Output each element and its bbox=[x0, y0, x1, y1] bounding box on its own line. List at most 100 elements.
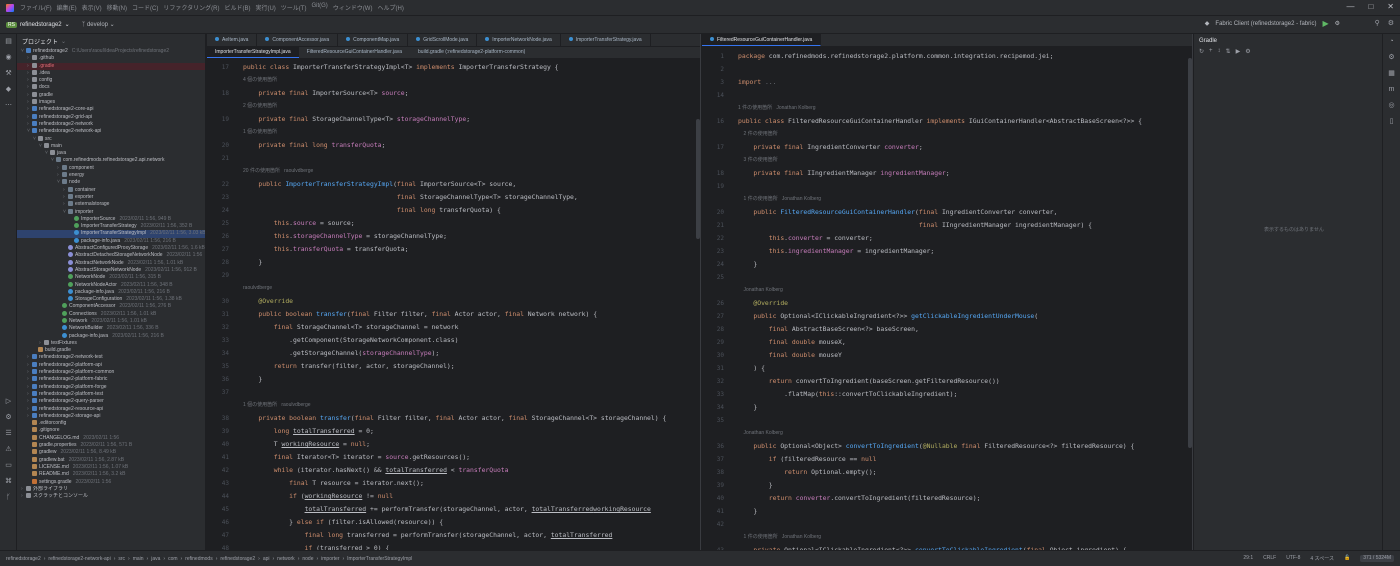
code-line[interactable]: if (transferred > 0) { bbox=[243, 542, 390, 550]
code-line[interactable]: } else if (filter.isAllowed(resource)) { bbox=[243, 516, 443, 529]
tree-item[interactable]: AbstractStorageNetworkNode 2023/02/11 1:5… bbox=[17, 266, 205, 274]
menu-item[interactable]: ウィンドウ(W) bbox=[333, 3, 373, 12]
code-line[interactable]: if (filteredResource == null bbox=[738, 453, 877, 466]
code-line[interactable]: public boolean transfer(final Filter fil… bbox=[243, 308, 597, 321]
tree-item[interactable]: ˅ java bbox=[17, 150, 205, 157]
breadcrumb-item[interactable]: refinedstorage2 bbox=[220, 556, 255, 562]
breadcrumb-item[interactable]: main bbox=[133, 556, 144, 562]
tree-item[interactable]: ˅ node bbox=[17, 179, 205, 186]
tree-item[interactable]: AbstractNetworkNode 2023/02/11 1:56, 1.01… bbox=[17, 259, 205, 267]
gradle-icon[interactable]: ⚙ bbox=[1383, 50, 1400, 66]
tree-item[interactable]: ImporterSource 2023/02/11 1:56, 949 B bbox=[17, 215, 205, 223]
code-line[interactable]: } bbox=[738, 479, 773, 492]
tree-item[interactable]: › refinedstorage2-platform-forge bbox=[17, 383, 205, 391]
code-vision-hint[interactable]: 2 個の使用箇所 bbox=[243, 100, 277, 113]
folder-icon[interactable]: ▤ bbox=[0, 34, 17, 50]
menu-item[interactable]: 移動(N) bbox=[107, 3, 127, 12]
plugin-icon[interactable]: ◆ bbox=[0, 82, 17, 98]
menu-item[interactable]: ビルド(B) bbox=[224, 3, 250, 12]
code-line[interactable]: final double mouseY bbox=[738, 349, 842, 362]
code-line[interactable]: final IIngredientManager ingredientManag… bbox=[738, 219, 1092, 232]
code-line[interactable]: T workingResource = null; bbox=[243, 438, 370, 451]
caret-position[interactable]: 29:1 bbox=[1243, 555, 1253, 562]
tree-item[interactable]: › .idea bbox=[17, 69, 205, 77]
code-line[interactable]: return convertToIngredient(baseScreen.ge… bbox=[738, 375, 1000, 388]
code-line[interactable]: public ImporterTransferStrategyImpl(fina… bbox=[243, 178, 516, 191]
code-vision-hint[interactable]: 20 件の使用箇所 raoulvdberge bbox=[243, 165, 313, 178]
scroll-thumb[interactable] bbox=[1188, 58, 1192, 448]
tree-item[interactable]: ˅ refinedstorage2 C:\Users\raoul\IdeaProje… bbox=[17, 48, 205, 55]
menu-item[interactable]: ヘルプ(H) bbox=[377, 3, 403, 12]
code-line[interactable]: final AbstractBaseScreen<?> baseScreen, bbox=[738, 323, 919, 336]
code-line[interactable]: .getComponent(StorageNetworkComponent.cl… bbox=[243, 334, 458, 347]
tree-item[interactable]: › images bbox=[17, 99, 205, 106]
code-line[interactable]: totalTransferred += performTransfer(stor… bbox=[243, 503, 651, 516]
line-separator[interactable]: CRLF bbox=[1263, 555, 1276, 562]
tree-item[interactable]: README.md 2023/02/11 1:56, 3.2 kB bbox=[17, 471, 205, 478]
editor-tab[interactable]: FilteredResourceGuiContainerHandler.java bbox=[299, 47, 410, 58]
code-line[interactable]: private boolean transfer(final Filter fi… bbox=[243, 412, 666, 425]
tree-item[interactable]: LICENSE.md 2023/02/11 1:56, 1.07 kB bbox=[17, 463, 205, 471]
tree-item[interactable]: ˅ importer bbox=[17, 208, 205, 216]
tree-item[interactable]: .editorconfig bbox=[17, 420, 205, 427]
menu-item[interactable]: コード(C) bbox=[132, 3, 158, 12]
tree-item[interactable]: AbstractDetachedStorageNetworkNode 2023/0… bbox=[17, 252, 205, 259]
editor-tab[interactable]: AeItem.java bbox=[207, 34, 258, 46]
tree-item[interactable]: NetworkNodeActor 2023/02/11 1:56, 348 B bbox=[17, 281, 205, 289]
tree-item[interactable]: › container bbox=[17, 186, 205, 194]
scroll-thumb[interactable] bbox=[696, 119, 700, 239]
add-icon[interactable]: + bbox=[1209, 48, 1213, 58]
tree-item[interactable]: › refinedstorage2-platform-common bbox=[17, 369, 205, 376]
code-line[interactable]: public class ImporterTransferStrategyImp… bbox=[243, 61, 559, 74]
editor-tab[interactable]: ComponentMap.java bbox=[338, 34, 409, 46]
code-vision-hint[interactable]: Jonathan Kolberg bbox=[738, 284, 783, 297]
menu-item[interactable]: リファクタリング(R) bbox=[163, 3, 219, 12]
editor-tab[interactable]: build.gradle (:refinedstorage2-platform-… bbox=[410, 47, 533, 58]
editor-tab[interactable]: ImporterTransferStrategyImpl.java bbox=[207, 47, 299, 58]
project-selector[interactable]: RS refinedstorage2 ⌄ bbox=[6, 21, 70, 28]
tree-item[interactable]: package-info.java 2023/02/11 1:56, 216 B bbox=[17, 288, 205, 296]
notifications-icon[interactable]: ◔ bbox=[1383, 34, 1400, 50]
editor-tab[interactable]: ComponentAccessor.java bbox=[257, 34, 339, 46]
code-area[interactable]: 17 18 19 20 21 22 23 24 25 26 27 28 29 30 31 32 33 34 35 36… bbox=[207, 59, 700, 550]
code-line[interactable]: } bbox=[738, 401, 757, 414]
tree-item[interactable]: › externalstorage bbox=[17, 201, 205, 208]
menu-item[interactable]: Git(G) bbox=[311, 3, 327, 12]
tree-item[interactable]: gradlew.bat 2023/02/11 1:56, 2.87 kB bbox=[17, 456, 205, 464]
code-vision-hint[interactable]: 3 件の使用箇所 bbox=[738, 154, 778, 167]
code-area[interactable]: 1 2 3 14 16 17 18 19 20 21 22 23 24 25 26 27 28 29 30 31 32 3… bbox=[702, 48, 1192, 550]
todo-icon[interactable]: ☰ bbox=[0, 426, 17, 442]
maven-icon[interactable]: m bbox=[1383, 82, 1400, 98]
run-icon[interactable]: ▷ bbox=[0, 394, 17, 410]
code-vision-hint[interactable]: raoulvdberge bbox=[243, 282, 272, 295]
code-vision-hint[interactable]: 1 件の使用箇所 Jonathan Kolberg bbox=[738, 193, 822, 206]
maximize-icon[interactable]: □ bbox=[1368, 2, 1373, 11]
code-line[interactable]: private final ImporterSource<T> source; bbox=[243, 87, 408, 100]
breadcrumb-item[interactable]: network bbox=[277, 556, 295, 562]
database-icon[interactable]: ▦ bbox=[1383, 66, 1400, 82]
tree-item[interactable]: › component bbox=[17, 164, 205, 172]
breadcrumb-item[interactable]: com bbox=[168, 556, 177, 562]
code-line[interactable]: this.transferQuota = transferQuota; bbox=[243, 243, 409, 256]
file-encoding[interactable]: UTF-8 bbox=[1286, 555, 1300, 562]
code-line[interactable]: ) { bbox=[738, 362, 765, 375]
code-line[interactable]: private final IngredientConverter conver… bbox=[738, 141, 922, 154]
code-line[interactable]: .getStorageChannel(storageChannelType); bbox=[243, 347, 439, 360]
run-configuration[interactable]: ◆ Fabric Client (refinedstorage2 - fabri… bbox=[1205, 19, 1340, 28]
code-line[interactable]: @Override bbox=[243, 295, 293, 308]
settings-icon[interactable]: ⚙ bbox=[1245, 48, 1250, 58]
execute-icon[interactable]: ▶ bbox=[1236, 48, 1241, 58]
code-line[interactable]: this.source = source; bbox=[243, 217, 355, 230]
tree-item[interactable]: Network 2023/02/11 1:56, 1.01 kB bbox=[17, 317, 205, 325]
breadcrumb-item[interactable]: refinedstorage2-network-api bbox=[48, 556, 110, 562]
services-icon[interactable]: ⌘ bbox=[0, 474, 17, 490]
tree-item[interactable]: › refinedstorage2-grid-api bbox=[17, 113, 205, 121]
tree-item[interactable]: › スクラッチとコンソール bbox=[17, 493, 205, 500]
tree-item[interactable]: › refinedstorage2-query-parser bbox=[17, 398, 205, 405]
breadcrumb-item[interactable]: refinedmods bbox=[185, 556, 213, 562]
code-line[interactable]: private final long transferQuota; bbox=[243, 139, 385, 152]
tree-item[interactable]: › exporter bbox=[17, 193, 205, 201]
tree-item[interactable]: › 外部ライブラリ bbox=[17, 485, 205, 493]
breadcrumb-item[interactable]: ImporterTransferStrategyImpl bbox=[347, 556, 412, 562]
menu-item[interactable]: 実行(U) bbox=[255, 3, 275, 12]
